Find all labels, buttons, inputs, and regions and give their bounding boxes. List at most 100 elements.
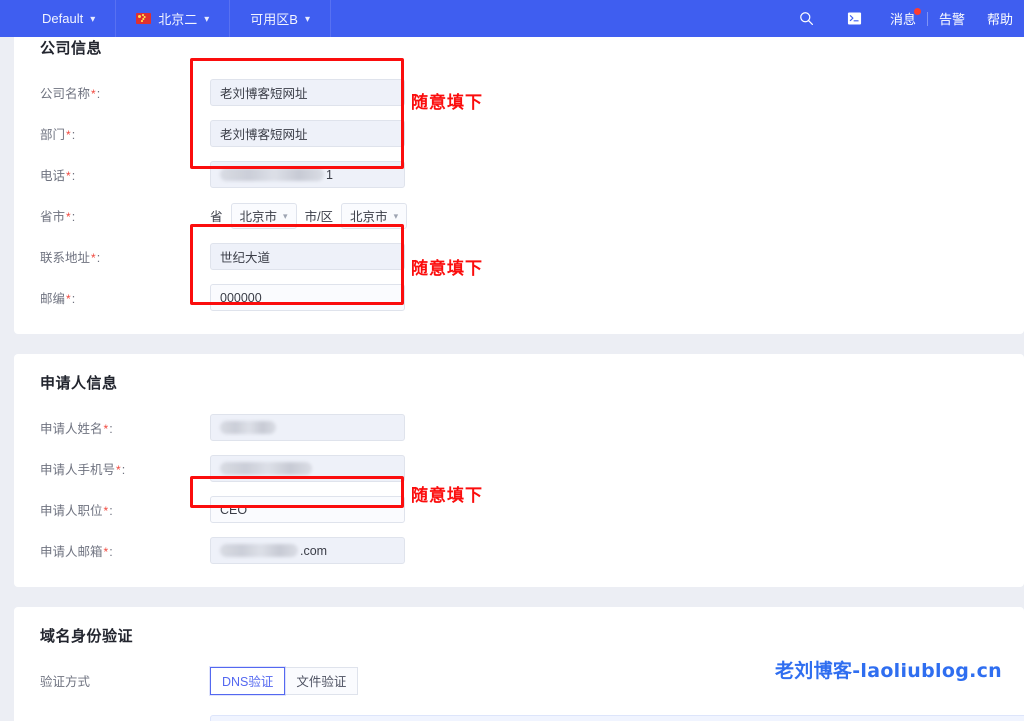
input-applicant-phone[interactable] — [210, 455, 405, 482]
province-select[interactable]: 北京市 ▾ — [231, 203, 297, 229]
label-colon: : — [109, 422, 112, 436]
required-marker: * — [65, 128, 72, 142]
form-row-applicant-email: 申请人邮箱*: .com — [40, 530, 998, 571]
required-marker: * — [90, 87, 97, 101]
input-department[interactable]: 老刘博客短网址 — [210, 120, 405, 147]
label-province-city-text: 省市 — [40, 210, 65, 224]
china-flag-icon — [136, 13, 151, 24]
project-selector-label: Default — [42, 11, 83, 26]
label-contact-address: 联系地址*: — [40, 247, 210, 266]
messages-badge-dot — [914, 8, 921, 15]
label-colon: : — [109, 545, 112, 559]
label-contact-address-text: 联系地址 — [40, 251, 90, 265]
chevron-down-icon: ▾ — [204, 15, 209, 25]
input-phone[interactable]: 1 — [210, 161, 405, 188]
input-postcode-value: 000000 — [220, 291, 262, 305]
watermark: 老刘博客-laoliublog.cn — [775, 656, 1002, 683]
messages-button[interactable]: 消息 — [879, 0, 927, 37]
province-prefix-label: 省 — [210, 206, 223, 225]
annotation-text-company-name-department: 随意填下 — [411, 88, 483, 113]
city-select[interactable]: 北京市 ▾ — [341, 203, 407, 229]
redacted-applicant-phone-value — [220, 462, 312, 475]
company-info-card: 公司信息 公司名称*: 老刘博客短网址 部门*: 老刘博客短网址 — [14, 37, 1024, 334]
input-applicant-position[interactable]: CEO — [210, 496, 405, 523]
terminal-console-icon — [847, 11, 862, 26]
alarms-label: 告警 — [939, 9, 965, 28]
label-applicant-phone-text: 申请人手机号 — [40, 463, 115, 477]
input-company-name[interactable]: 老刘博客短网址 — [210, 79, 405, 106]
label-applicant-name-text: 申请人姓名 — [40, 422, 103, 436]
project-selector[interactable]: Default ▾ — [22, 0, 116, 37]
label-postcode-text: 邮编 — [40, 292, 65, 306]
availability-zone-selector[interactable]: 可用区B ▾ — [230, 0, 331, 37]
label-colon: : — [72, 169, 75, 183]
input-contact-address-value: 世纪大道 — [220, 247, 270, 266]
required-marker: * — [65, 292, 72, 306]
form-row-phone: 电话*: 1 — [40, 154, 998, 195]
city-select-value: 北京市 — [350, 206, 388, 225]
input-applicant-name[interactable] — [210, 414, 405, 441]
search-icon — [799, 11, 814, 26]
input-postcode[interactable]: 000000 — [210, 284, 405, 311]
redacted-applicant-email-value — [220, 544, 298, 557]
label-company-name: 公司名称*: — [40, 83, 210, 102]
chevron-down-icon: ▾ — [305, 15, 310, 25]
label-colon: : — [109, 504, 112, 518]
search-button[interactable] — [783, 0, 831, 37]
tab-file-verification[interactable]: 文件验证 — [284, 667, 358, 695]
company-info-body: 公司信息 公司名称*: 老刘博客短网址 部门*: 老刘博客短网址 — [14, 37, 1024, 334]
region-selector[interactable]: 北京二 ▾ — [116, 0, 230, 37]
required-marker: * — [115, 463, 122, 477]
label-applicant-email: 申请人邮箱*: — [40, 541, 210, 560]
verification-method-tabs: DNS验证 文件验证 — [210, 667, 358, 695]
label-applicant-name: 申请人姓名*: — [40, 418, 210, 437]
top-nav-spacer — [331, 0, 783, 37]
applicant-info-body: 申请人信息 申请人姓名*: 申请人手机号*: 申请人职位* — [14, 354, 1024, 587]
form-row-applicant-phone: 申请人手机号*: — [40, 448, 998, 489]
availability-zone-label: 可用区B — [250, 9, 298, 28]
top-nav-right-group: 消息 告警 帮助 — [783, 0, 1024, 37]
web-console-button[interactable] — [831, 0, 879, 37]
chevron-down-icon: ▾ — [394, 212, 399, 221]
label-colon: : — [72, 210, 75, 224]
tab-dns-verification[interactable]: DNS验证 — [210, 667, 285, 695]
chevron-down-icon: ▾ — [90, 15, 95, 25]
alarms-button[interactable]: 告警 — [928, 0, 976, 37]
label-colon: : — [72, 128, 75, 142]
form-row-applicant-position: 申请人职位*: CEO — [40, 489, 998, 530]
label-colon: : — [72, 292, 75, 306]
nav-left-gutter — [0, 0, 22, 37]
input-applicant-email[interactable]: .com — [210, 537, 405, 564]
required-marker: * — [90, 251, 97, 265]
annotation-text-applicant-position: 随意填下 — [411, 481, 483, 506]
applicant-info-card: 申请人信息 申请人姓名*: 申请人手机号*: 申请人职位* — [14, 354, 1024, 587]
help-button[interactable]: 帮助 — [976, 0, 1024, 37]
input-department-value: 老刘博客短网址 — [220, 124, 308, 143]
label-postcode: 邮编*: — [40, 288, 210, 307]
required-marker: * — [65, 210, 72, 224]
annotation-text-address-postcode: 随意填下 — [411, 254, 483, 279]
form-row-company-name: 公司名称*: 老刘博客短网址 — [40, 72, 998, 113]
applicant-info-title: 申请人信息 — [40, 372, 998, 393]
form-row-province-city: 省市*: 省 北京市 ▾ 市/区 北京市 ▾ — [40, 195, 998, 236]
city-prefix-label: 市/区 — [305, 206, 333, 225]
help-label: 帮助 — [987, 9, 1013, 28]
input-contact-address[interactable]: 世纪大道 — [210, 243, 405, 270]
top-nav-left-group: Default ▾ 北京二 ▾ 可用区B ▾ — [0, 0, 331, 37]
top-navigation-bar: Default ▾ 北京二 ▾ 可用区B ▾ — [0, 0, 1024, 37]
label-department-text: 部门 — [40, 128, 65, 142]
region-selector-label: 北京二 — [158, 9, 197, 28]
label-colon: : — [122, 463, 125, 477]
company-info-title: 公司信息 — [40, 37, 998, 58]
chevron-down-icon: ▾ — [283, 212, 288, 221]
messages-label: 消息 — [890, 9, 916, 28]
input-applicant-email-visible-tail: .com — [300, 544, 327, 558]
redacted-applicant-name-value — [220, 421, 276, 434]
form-row-contact-address: 联系地址*: 世纪大道 — [40, 236, 998, 277]
domain-verification-title: 域名身份验证 — [40, 625, 998, 646]
form-row-department: 部门*: 老刘博客短网址 — [40, 113, 998, 154]
input-applicant-position-value: CEO — [220, 503, 247, 517]
label-phone-text: 电话 — [40, 169, 65, 183]
label-province-city: 省市*: — [40, 206, 210, 225]
label-applicant-phone: 申请人手机号*: — [40, 459, 210, 478]
